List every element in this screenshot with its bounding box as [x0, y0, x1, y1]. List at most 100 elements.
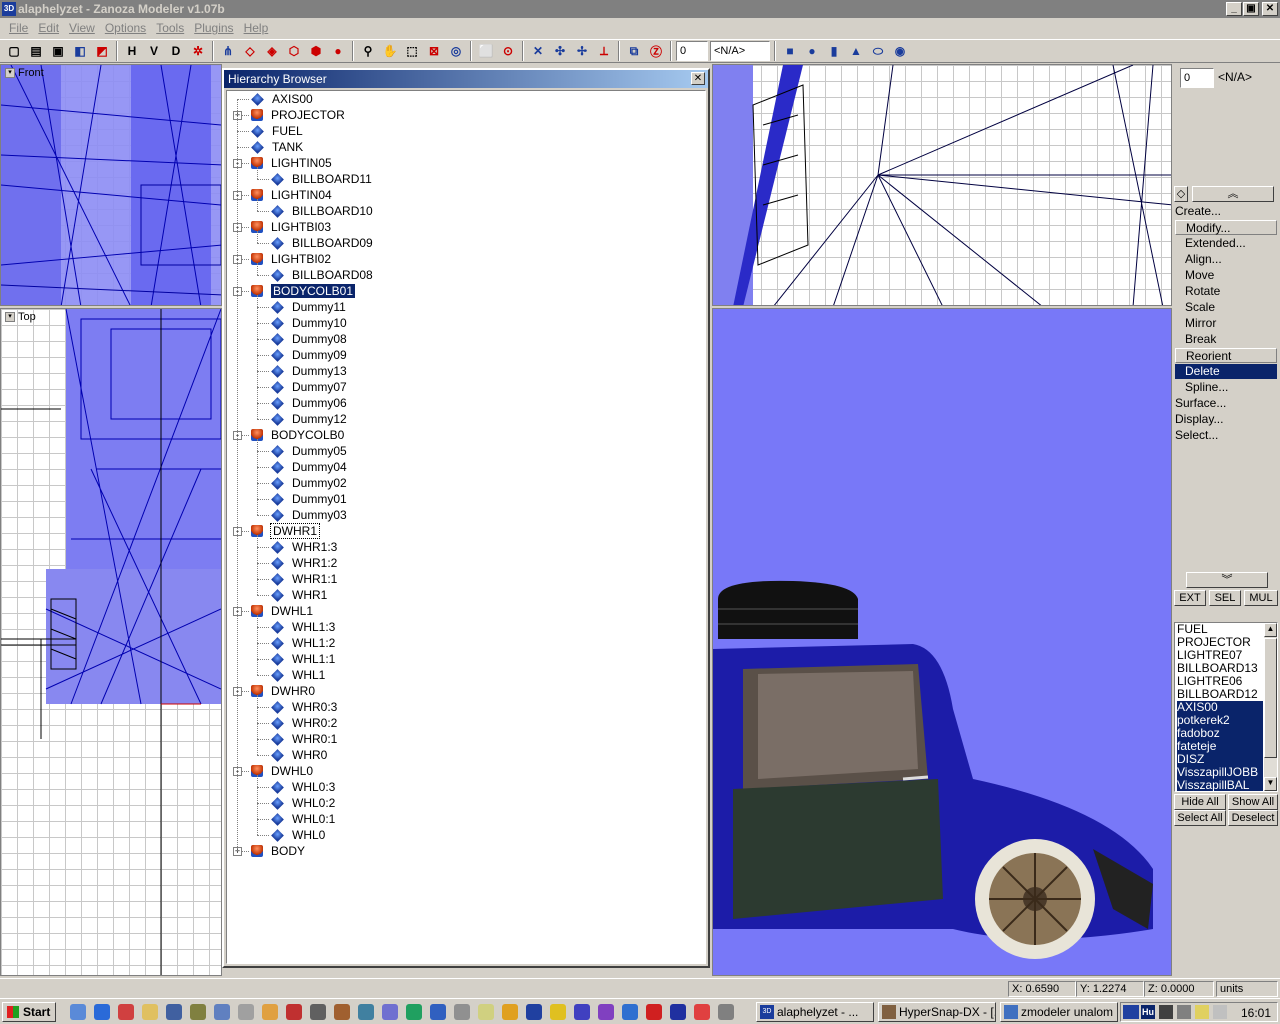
- maximize-button[interactable]: ▣: [1243, 2, 1259, 16]
- minimize-button[interactable]: _: [1226, 2, 1242, 16]
- quicklaunch-app-icon[interactable]: [118, 1004, 134, 1020]
- tree-node[interactable]: WHR1:2: [271, 555, 337, 571]
- quicklaunch-app-icon[interactable]: [646, 1004, 662, 1020]
- scroll-down-icon[interactable]: ︾: [1186, 572, 1268, 588]
- tree-node[interactable]: TANK: [251, 139, 303, 155]
- axes-icon[interactable]: ⟂: [594, 41, 614, 61]
- hierarchy-tree[interactable]: AXIS00 PROJECTOR + FUEL TANK LIGHTIN05- BILLBO…: [226, 90, 706, 964]
- panel-collapse-icon[interactable]: ◇: [1174, 186, 1188, 202]
- rotate-icon[interactable]: ✣: [550, 41, 570, 61]
- tray-volume-icon[interactable]: [1177, 1005, 1191, 1019]
- tree-node[interactable]: WHL1:2: [271, 635, 335, 651]
- tree-node[interactable]: PROJECTOR: [251, 107, 345, 123]
- tree-node[interactable]: WHR1:3: [271, 539, 337, 555]
- quicklaunch-app-icon[interactable]: [622, 1004, 638, 1020]
- tray-app-icon[interactable]: [1213, 1005, 1227, 1019]
- task-hypersnap[interactable]: HyperSnap-DX - [...: [878, 1002, 996, 1022]
- mul-mode-button[interactable]: MUL: [1244, 590, 1278, 606]
- tree-node[interactable]: Dummy01: [271, 491, 347, 507]
- command-mirror[interactable]: Mirror: [1175, 316, 1277, 331]
- quicklaunch-app-icon[interactable]: [478, 1004, 494, 1020]
- tray-language-icon[interactable]: Hu: [1141, 1005, 1155, 1019]
- tree-node[interactable]: BILLBOARD08: [271, 267, 373, 283]
- top-viewport[interactable]: ▾ Top: [0, 308, 222, 976]
- tray-keyboard-icon[interactable]: [1123, 1005, 1139, 1019]
- tree-node[interactable]: WHL0:2: [271, 795, 335, 811]
- tree-node[interactable]: Dummy09: [271, 347, 347, 363]
- command-spline[interactable]: Spline...: [1175, 380, 1277, 395]
- sphere-render-icon[interactable]: ●: [328, 41, 348, 61]
- select-rect-icon[interactable]: ⬜: [476, 41, 496, 61]
- quicklaunch-app-icon[interactable]: [670, 1004, 686, 1020]
- start-button[interactable]: Start: [2, 1002, 56, 1022]
- cube-wire-icon[interactable]: ◇: [240, 41, 260, 61]
- quicklaunch-app-icon[interactable]: [166, 1004, 182, 1020]
- scale-icon[interactable]: ✢: [572, 41, 592, 61]
- tree-node[interactable]: LIGHTBI03: [251, 219, 331, 235]
- quicklaunch-app-icon[interactable]: [310, 1004, 326, 1020]
- quicklaunch-app-icon[interactable]: [358, 1004, 374, 1020]
- quicklaunch-app-icon[interactable]: [454, 1004, 470, 1020]
- quicklaunch-ie-icon[interactable]: [94, 1004, 110, 1020]
- quicklaunch-app-icon[interactable]: [526, 1004, 542, 1020]
- tree-node[interactable]: WHL1:3: [271, 619, 335, 635]
- tree-node[interactable]: WHR1: [271, 587, 327, 603]
- command-surface[interactable]: Surface...: [1175, 396, 1277, 411]
- tree-node[interactable]: Dummy02: [271, 475, 347, 491]
- quicklaunch-app-icon[interactable]: [214, 1004, 230, 1020]
- save-as-icon[interactable]: ◧: [70, 41, 90, 61]
- tree-icon[interactable]: ⋔: [218, 41, 238, 61]
- tree-node[interactable]: WHR0: [271, 747, 327, 763]
- tree-node[interactable]: LIGHTBI02: [251, 251, 331, 267]
- cylinder-primitive-icon[interactable]: ▮: [824, 41, 844, 61]
- command-modify[interactable]: Modify...: [1175, 220, 1277, 235]
- hide-toggle-button[interactable]: H: [122, 41, 142, 61]
- tree-node[interactable]: Dummy13: [271, 363, 347, 379]
- window-title-bar[interactable]: 3D alaphelyzet - Zanoza Modeler v1.07b _…: [0, 0, 1280, 18]
- axis-icon[interactable]: ✲: [188, 41, 208, 61]
- menu-view[interactable]: View: [64, 21, 100, 35]
- cube-select-icon[interactable]: ⬢: [306, 41, 326, 61]
- tree-node[interactable]: BILLBOARD11: [271, 171, 372, 187]
- tree-node[interactable]: WHR0:3: [271, 699, 337, 715]
- scroll-up-icon[interactable]: ︽: [1192, 186, 1274, 202]
- menu-plugins[interactable]: Plugins: [189, 21, 238, 35]
- save-icon[interactable]: ▣: [48, 41, 68, 61]
- menu-help[interactable]: Help: [239, 21, 274, 35]
- front-viewport[interactable]: ▾ Front: [0, 64, 222, 306]
- scroll-thumb[interactable]: [1264, 638, 1277, 758]
- task-zmodeler[interactable]: zmodeler unalom ...: [1000, 1002, 1118, 1022]
- show-all-button[interactable]: Show All: [1228, 794, 1278, 810]
- command-extended[interactable]: Extended...: [1175, 236, 1277, 251]
- quicklaunch-app-icon[interactable]: [430, 1004, 446, 1020]
- quicklaunch-app-icon[interactable]: [598, 1004, 614, 1020]
- cube-shade-icon[interactable]: ◈: [262, 41, 282, 61]
- box-primitive-icon[interactable]: ■: [780, 41, 800, 61]
- command-create[interactable]: Create...: [1175, 204, 1277, 219]
- tree-node[interactable]: WHR1:1: [271, 571, 337, 587]
- command-display[interactable]: Display...: [1175, 412, 1277, 427]
- tree-node[interactable]: BODY: [251, 843, 305, 859]
- menu-options[interactable]: Options: [100, 21, 151, 35]
- scroll-up-arrow-icon[interactable]: ▲: [1264, 623, 1277, 637]
- viewport-menu-icon[interactable]: ▾: [5, 312, 15, 322]
- tree-node[interactable]: WHR0:1: [271, 731, 337, 747]
- tree-node[interactable]: Dummy05: [271, 443, 347, 459]
- zoom-icon[interactable]: ⚲: [358, 41, 378, 61]
- tray-app-icon[interactable]: [1195, 1005, 1209, 1019]
- tree-node[interactable]: DWHR1: [251, 523, 320, 539]
- quicklaunch-app-icon[interactable]: [142, 1004, 158, 1020]
- hide-all-button[interactable]: Hide All: [1174, 794, 1226, 810]
- quicklaunch-app-icon[interactable]: [190, 1004, 206, 1020]
- pan-hand-icon[interactable]: ✋: [380, 41, 400, 61]
- close-icon[interactable]: ✕: [691, 72, 705, 85]
- tree-node[interactable]: DWHL0: [251, 763, 313, 779]
- tree-node[interactable]: LIGHTIN05: [251, 155, 332, 171]
- perspective-viewport[interactable]: [712, 308, 1172, 976]
- hierarchy-browser-window[interactable]: Hierarchy Browser ✕ AXIS00 PROJECTOR + FUEL…: [222, 68, 710, 968]
- tree-node[interactable]: WHL0:1: [271, 811, 335, 827]
- new-file-icon[interactable]: ▢: [4, 41, 24, 61]
- vertex-toggle-button[interactable]: V: [144, 41, 164, 61]
- hierarchy-browser-titlebar[interactable]: Hierarchy Browser ✕: [224, 70, 708, 88]
- cube-tex-icon[interactable]: ⬡: [284, 41, 304, 61]
